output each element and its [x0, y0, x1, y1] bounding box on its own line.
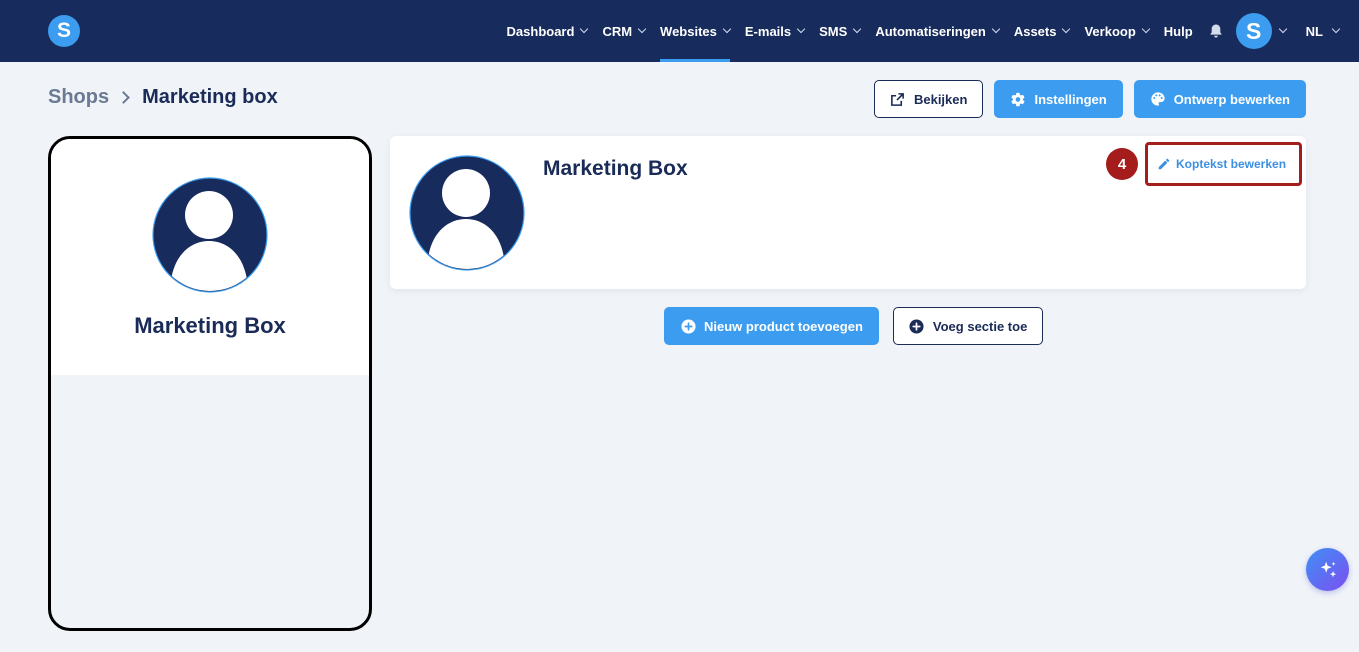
nav-item-hulp[interactable]: Hulp	[1164, 0, 1193, 62]
nav-item-sms[interactable]: SMS	[819, 0, 862, 62]
chevron-down-icon	[796, 24, 806, 34]
breadcrumb: Shops Marketing box	[48, 86, 278, 109]
chevron-down-icon	[1141, 24, 1151, 34]
nav-item-crm[interactable]: CRM	[602, 0, 647, 62]
app-logo[interactable]: S	[48, 15, 80, 47]
palette-icon	[1150, 91, 1166, 107]
avatar: S	[1235, 13, 1272, 49]
nav-item-automatiseringen[interactable]: Automatiseringen	[875, 0, 1001, 62]
main-nav: Dashboard CRM Websites E-mails SMS Autom…	[506, 0, 1341, 62]
shop-title: Marketing Box	[543, 157, 688, 180]
plus-circle-icon	[909, 318, 925, 334]
chevron-down-icon	[1062, 24, 1071, 34]
external-link-icon	[890, 91, 906, 107]
nav-item-label: Dashboard	[506, 23, 575, 39]
view-button[interactable]: Bekijken	[873, 80, 984, 118]
nav-item-label: Automatiseringen	[875, 23, 986, 39]
page-title: Marketing box	[142, 86, 278, 108]
nav-item-assets[interactable]: Assets	[1013, 0, 1071, 62]
user-avatar-icon	[409, 155, 525, 271]
nav-item-label: Websites	[660, 23, 717, 39]
content-actions: Nieuw product toevoegen Voeg sectie toe	[664, 307, 1044, 345]
chevron-down-icon	[853, 24, 862, 34]
nav-item-label: CRM	[602, 23, 633, 39]
user-menu[interactable]: S	[1235, 13, 1287, 49]
bell-icon[interactable]	[1208, 23, 1224, 39]
nav-item-label: Hulp	[1163, 23, 1193, 39]
settings-button-label: Instellingen	[1034, 91, 1107, 107]
edit-header-label: Koptekst bewerken	[1176, 157, 1287, 171]
preview-header[interactable]: Marketing Box	[51, 139, 369, 375]
chevron-right-icon	[117, 91, 130, 104]
chevron-down-icon	[991, 24, 1001, 34]
user-avatar-icon	[152, 177, 268, 293]
nav-item-label: SMS	[819, 23, 848, 39]
sparkles-icon	[1317, 559, 1339, 581]
edit-design-button[interactable]: Ontwerp bewerken	[1133, 80, 1306, 118]
step-badge: 4	[1106, 148, 1138, 180]
chevron-down-icon	[637, 24, 647, 34]
add-product-label: Nieuw product toevoegen	[704, 318, 863, 334]
add-product-button[interactable]: Nieuw product toevoegen	[664, 307, 879, 345]
edit-design-button-label: Ontwerp bewerken	[1173, 91, 1290, 107]
language-label: NL	[1305, 23, 1323, 39]
plus-circle-icon	[680, 318, 696, 334]
pencil-icon	[1157, 157, 1171, 171]
view-button-label: Bekijken	[913, 91, 968, 107]
page-actions: Bekijken Instellingen Ontwerp bewerken	[873, 80, 1306, 118]
nav-item-e-mails[interactable]: E-mails	[744, 0, 806, 62]
mobile-preview: Marketing Box	[48, 136, 372, 631]
language-selector[interactable]: NL	[1305, 23, 1341, 39]
settings-button[interactable]: Instellingen	[994, 80, 1123, 118]
add-section-label: Voeg sectie toe	[932, 318, 1028, 334]
edit-header-button[interactable]: Koptekst bewerken	[1145, 142, 1302, 186]
nav-item-label: Assets	[1013, 23, 1057, 39]
nav-item-label: E-mails	[744, 23, 792, 39]
gear-icon	[1010, 91, 1026, 107]
chevron-down-icon	[580, 24, 589, 34]
chevron-down-icon	[1278, 24, 1287, 34]
ai-assistant-button[interactable]	[1306, 548, 1349, 591]
top-navbar: S Dashboard CRM Websites E-mails SMS Aut…	[0, 0, 1359, 62]
chevron-down-icon	[1331, 24, 1341, 34]
nav-item-websites[interactable]: Websites	[660, 0, 732, 62]
preview-shop-name: Marketing Box	[134, 313, 286, 338]
nav-item-label: Verkoop	[1084, 23, 1136, 39]
breadcrumb-shops-link[interactable]: Shops	[48, 86, 109, 109]
nav-item-verkoop[interactable]: Verkoop	[1084, 0, 1151, 62]
nav-item-dashboard[interactable]: Dashboard	[506, 0, 589, 62]
shop-header-card: Marketing Box 4 Koptekst bewerken	[390, 136, 1306, 289]
add-section-button[interactable]: Voeg sectie toe	[892, 307, 1044, 345]
chevron-down-icon	[722, 24, 732, 34]
